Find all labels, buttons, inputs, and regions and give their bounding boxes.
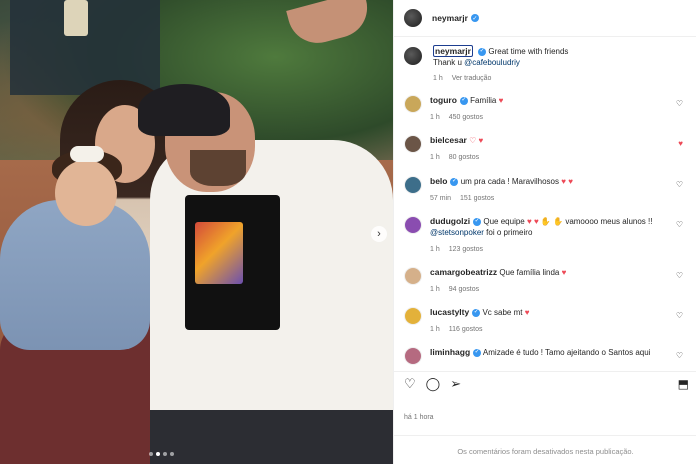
comment-time: 57 min bbox=[430, 195, 452, 202]
comments-panel: neymarjr ✓ neymarjr ✓ Great time with fr… bbox=[393, 0, 696, 464]
comment-likes[interactable]: 94 gostos bbox=[449, 284, 479, 295]
comment-time: 1 h bbox=[430, 286, 440, 293]
comment-icon[interactable]: ◯ bbox=[426, 376, 441, 392]
lamp bbox=[64, 0, 88, 36]
post-caption: neymarjr ✓ Great time with friends Thank… bbox=[404, 45, 689, 84]
carousel-dot bbox=[170, 452, 174, 456]
verified-badge-icon: ✓ bbox=[450, 177, 459, 186]
comment-username[interactable]: dudugolzi bbox=[430, 216, 470, 226]
verified-badge-icon: ✓ bbox=[470, 14, 479, 22]
post-time: há 1 hora bbox=[404, 414, 434, 421]
avatar[interactable] bbox=[404, 307, 422, 325]
avatar[interactable] bbox=[404, 267, 422, 285]
comment-text: Família bbox=[470, 96, 497, 105]
man-pants bbox=[150, 410, 393, 464]
comment-text-continued: vamoooo meus alunos !! bbox=[565, 217, 653, 226]
comment-username[interactable]: liminhagg bbox=[430, 347, 470, 357]
comment-likes[interactable]: 151 gostos bbox=[460, 193, 494, 204]
comment-username[interactable]: lucastylty bbox=[430, 307, 469, 317]
comment-emoji: ♥ bbox=[561, 268, 567, 277]
heart-outline-icon[interactable]: ♡ bbox=[676, 99, 683, 108]
heart-outline-icon[interactable]: ♡ bbox=[404, 376, 416, 392]
avatar[interactable] bbox=[404, 216, 422, 234]
carousel-dots bbox=[149, 452, 174, 456]
comment-time: 1 h bbox=[430, 114, 440, 121]
comment-text: Amizade é tudo ! Tamo ajeitando o Santos… bbox=[482, 348, 651, 357]
comment-username[interactable]: belo bbox=[430, 176, 447, 186]
comment-likes[interactable]: 123 gostos bbox=[449, 244, 483, 255]
comment-row: dudugolzi ✓ Que equipe ♥ ♥ ✋ ✋ vamoooo me… bbox=[404, 216, 689, 255]
caption-username[interactable]: neymarjr bbox=[433, 45, 473, 57]
verified-badge-icon: ✓ bbox=[459, 96, 468, 105]
comment-text: Vc sabe mt bbox=[482, 308, 523, 317]
comment-likes[interactable]: 80 gostos bbox=[449, 152, 479, 163]
post-header: neymarjr ✓ bbox=[394, 0, 696, 37]
verified-badge-icon: ✓ bbox=[472, 308, 481, 317]
action-bar: ♡ ◯ ➢ ⬒ bbox=[394, 371, 696, 395]
comment-emoji: ♥ bbox=[524, 308, 530, 317]
comment-likes[interactable]: 450 gostos bbox=[449, 112, 483, 123]
caption-text: Great time with friends bbox=[488, 47, 569, 56]
carousel-dot bbox=[149, 452, 153, 456]
comment-row: liminhagg ✓ Amizade é tudo ! Tamo ajeitan… bbox=[404, 347, 689, 365]
heart-outline-icon[interactable]: ♡ bbox=[676, 220, 683, 229]
avatar[interactable] bbox=[404, 47, 422, 65]
comment-time: 1 h bbox=[430, 246, 440, 253]
avatar[interactable] bbox=[404, 347, 422, 365]
comment-emoji: ♥ bbox=[498, 96, 504, 105]
comment-time: 1 h bbox=[430, 326, 440, 333]
black-cap bbox=[138, 84, 230, 136]
post-photo[interactable]: › bbox=[0, 0, 393, 464]
heart-outline-icon[interactable]: ♡ bbox=[676, 271, 683, 280]
heart-outline-icon[interactable]: ♡ bbox=[676, 311, 683, 320]
comment-text: Que equipe bbox=[483, 217, 525, 226]
send-icon[interactable]: ➢ bbox=[450, 376, 461, 392]
verified-badge-icon: ✓ bbox=[473, 348, 482, 357]
comment-emoji: ♥ ♥ bbox=[561, 177, 573, 186]
chevron-right-icon[interactable]: › bbox=[371, 226, 387, 242]
comment-mention[interactable]: @stetsonpoker bbox=[430, 228, 484, 237]
comment-likes[interactable]: 116 gostos bbox=[449, 324, 483, 335]
caption-mention[interactable]: @cafebouludriy bbox=[464, 58, 520, 67]
avatar[interactable] bbox=[404, 135, 422, 153]
avatar[interactable] bbox=[404, 176, 422, 194]
comments-disabled-notice: Os comentários foram desativados nesta p… bbox=[394, 435, 696, 456]
comment-emoji: ♡ ♥ bbox=[469, 136, 484, 145]
heart-outline-icon[interactable]: ♡ bbox=[676, 180, 683, 189]
comment-text: Que família linda bbox=[499, 268, 560, 277]
man-beard bbox=[190, 150, 246, 186]
verified-badge-icon: ✓ bbox=[478, 47, 487, 56]
comment-row: belo ✓ um pra cada ! Maravilhosos ♥ ♥ 57 m… bbox=[404, 176, 689, 204]
hair-bow bbox=[70, 146, 104, 162]
translate-link[interactable]: Ver tradução bbox=[452, 73, 492, 84]
shirt-graphic-art bbox=[195, 222, 243, 284]
comment-username[interactable]: camargobeatrizz bbox=[430, 267, 497, 277]
verified-badge-icon: ✓ bbox=[473, 217, 482, 226]
heart-filled-icon[interactable]: ♥ bbox=[678, 139, 683, 148]
bookmark-icon[interactable]: ⬒ bbox=[678, 377, 689, 391]
comment-emoji: ♥ ♥ ✋ ✋ bbox=[526, 217, 564, 226]
header-username[interactable]: neymarjr bbox=[432, 13, 468, 23]
carousel-dot-active bbox=[156, 452, 160, 456]
comment-text-end: foi o primeiro bbox=[483, 228, 533, 237]
comment-username[interactable]: bielcesar bbox=[430, 135, 467, 145]
caption-thanks: Thank u bbox=[433, 58, 465, 67]
comment-row: lucastylty ✓ Vc sabe mt ♥ 1 h 116 gostos ♡ bbox=[404, 307, 689, 335]
comment-row: bielcesar ♡ ♥ 1 h 80 gostos ♥ bbox=[404, 135, 689, 163]
avatar[interactable] bbox=[404, 9, 422, 27]
comment-row: camargobeatrizz Que família linda ♥ 1 h 94… bbox=[404, 267, 689, 295]
comment-text: um pra cada ! Maravilhosos bbox=[460, 177, 559, 186]
comment-row: toguro ✓ Família ♥ 1 h 450 gostos ♡ bbox=[404, 95, 689, 123]
comment-time: 1 h bbox=[430, 154, 440, 161]
caption-time: 1 h bbox=[433, 75, 443, 82]
heart-outline-icon[interactable]: ♡ bbox=[676, 351, 683, 360]
baby-face bbox=[55, 160, 117, 226]
carousel-dot bbox=[163, 452, 167, 456]
comment-username[interactable]: toguro bbox=[430, 95, 457, 105]
avatar[interactable] bbox=[404, 95, 422, 113]
